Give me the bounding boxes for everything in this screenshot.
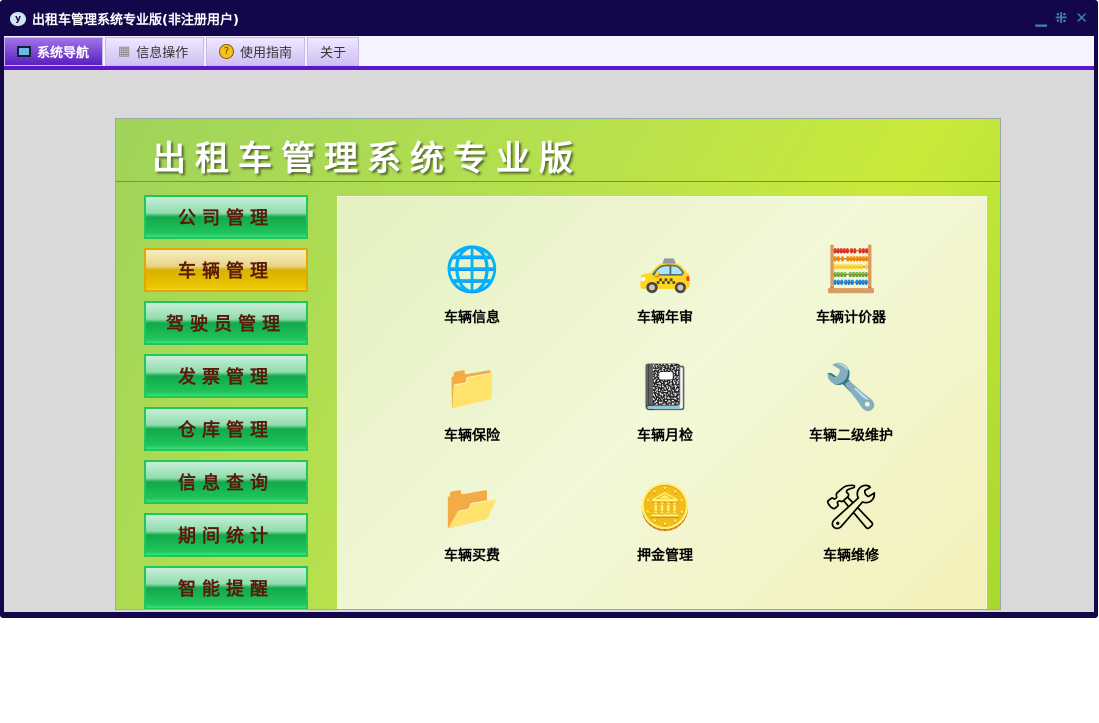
item-vehicle-info[interactable]: 🌐 车辆信息 (392, 237, 552, 327)
item-fees[interactable]: 📂 车辆买费 (392, 475, 552, 565)
nav-company[interactable]: 公司管理 (144, 195, 308, 239)
nav-invoice[interactable]: 发票管理 (144, 354, 308, 398)
tab-system-nav[interactable]: 系统导航 (4, 37, 103, 66)
banner: 出租车管理系统专业版 (116, 119, 1000, 182)
title-bar: y 出租车管理系统专业版(非注册用户) (10, 9, 239, 28)
tools-icon: 🛠 (823, 482, 879, 533)
main-panel: 出租车管理系统专业版 公司管理 车辆管理 驾驶员管理 发票管理 仓库管理 信息查… (115, 118, 1001, 610)
item-maintenance[interactable]: 🔧 车辆二级维护 (771, 355, 931, 445)
window-title: 出租车管理系统专业版(非注册用户) (32, 13, 239, 28)
item-monthly-check[interactable]: 📓 车辆月检 (585, 355, 745, 445)
folder-coins-icon: 📂 (444, 482, 500, 533)
coins-icon: 🪙 (637, 482, 693, 533)
item-meter[interactable]: 🧮 车辆计价器 (771, 237, 931, 327)
item-annual-review[interactable]: 🚕 车辆年审 (585, 237, 745, 327)
help-icon: ? (219, 44, 234, 59)
monitor-icon (17, 46, 31, 57)
banner-title: 出租车管理系统专业版 (152, 139, 582, 179)
grid-icon: ▦ (118, 44, 131, 59)
nav-statistics[interactable]: 期间统计 (144, 513, 308, 557)
app-logo-icon: y (10, 11, 26, 26)
taxi-icon: 🚕 (637, 244, 693, 295)
item-repair[interactable]: 🛠 车辆维修 (771, 475, 931, 565)
notebook-icon: 📓 (637, 362, 693, 413)
minimize-icon[interactable]: ▁ (1035, 9, 1047, 27)
folder-globe-icon: 📁 (444, 362, 500, 413)
wrench-doc-icon: 🔧 (823, 362, 879, 413)
nav-warehouse[interactable]: 仓库管理 (144, 407, 308, 451)
nav-query[interactable]: 信息查询 (144, 460, 308, 504)
close-icon[interactable]: ✕ (1075, 9, 1088, 27)
tab-bar: 系统导航 ▦ 信息操作 ? 使用指南 关于 (4, 36, 1094, 66)
nav-reminder[interactable]: 智能提醒 (144, 566, 308, 609)
content-area: 🌐 车辆信息 🚕 车辆年审 🧮 车辆计价器 📁 车辆保险 📓 车辆月检 🔧 车辆二级维护 📂… (337, 196, 987, 609)
tab-info-ops[interactable]: ▦ 信息操作 (105, 37, 204, 66)
app-window: y 出租车管理系统专业版(非注册用户) ▁ ⁜ ✕ 系统导航 ▦ 信息操作 ? … (0, 0, 1098, 618)
nav-driver[interactable]: 驾驶员管理 (144, 301, 308, 345)
globe-car-icon: 🌐 (444, 244, 500, 295)
calculator-icon: 🧮 (823, 244, 879, 295)
tab-guide[interactable]: ? 使用指南 (206, 37, 305, 66)
restore-icon[interactable]: ⁜ (1055, 9, 1068, 27)
nav-vehicle[interactable]: 车辆管理 (144, 248, 308, 292)
item-insurance[interactable]: 📁 车辆保险 (392, 355, 552, 445)
tab-about[interactable]: 关于 (307, 37, 359, 66)
item-deposit[interactable]: 🪙 押金管理 (585, 475, 745, 565)
